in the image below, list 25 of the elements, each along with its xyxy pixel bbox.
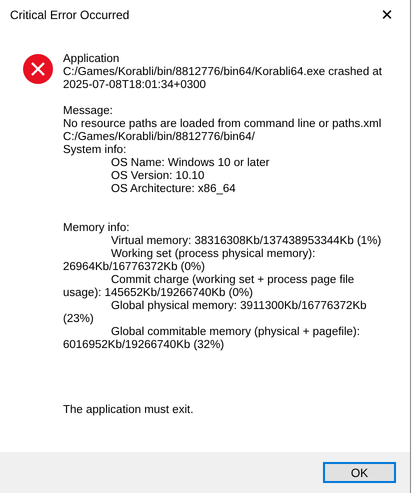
- message-line: (23%): [63, 313, 94, 326]
- message-line: 6016952Kb/19266740Kb (32%): [63, 339, 224, 352]
- message-line: No resource paths are loaded from command line or paths.xml: [63, 118, 382, 131]
- message-line: OS Architecture: x86_64: [110, 183, 236, 196]
- message-line: 2025-07-08T18:01:34+0300: [63, 79, 206, 92]
- message-line: Virtual memory: 38316308Kb/137438953344Kb (1%): [110, 235, 382, 248]
- message-line: Global physical memory: 3911300Kb/16776372Kb: [110, 300, 367, 313]
- message-line: System info:: [63, 144, 126, 157]
- message-line: Memory info:: [63, 222, 130, 235]
- window-title: Critical Error Occurred: [10, 8, 130, 22]
- error-icon: [23, 54, 53, 84]
- message-line: Working set (process physical memory):: [110, 248, 316, 261]
- message-line: usage): 145652Kb/19266740Kb (0%): [63, 287, 253, 300]
- message-line: Message:: [63, 105, 113, 118]
- message-line: 26964Kb/16776372Kb (0%): [63, 261, 205, 274]
- message-line: OS Version: 10.10: [110, 170, 204, 183]
- message-line: Commit charge (working set + process page file: [110, 274, 354, 287]
- ok-button[interactable]: OK: [323, 462, 396, 483]
- message-line: Application: [63, 53, 120, 66]
- message-line: OS Name: Windows 10 or later: [110, 157, 270, 170]
- message-line: Global commitable memory (physical + pagefile):: [110, 326, 360, 339]
- message-line: C:/Games/Korabli/bin/8812776/bin64/: [63, 131, 255, 144]
- close-button[interactable]: ✕: [364, 0, 410, 30]
- exit-message: The application must exit.: [63, 404, 194, 417]
- message-line: C:/Games/Korabli/bin/8812776/bin64/Korabli64.exe crashed at: [63, 66, 382, 79]
